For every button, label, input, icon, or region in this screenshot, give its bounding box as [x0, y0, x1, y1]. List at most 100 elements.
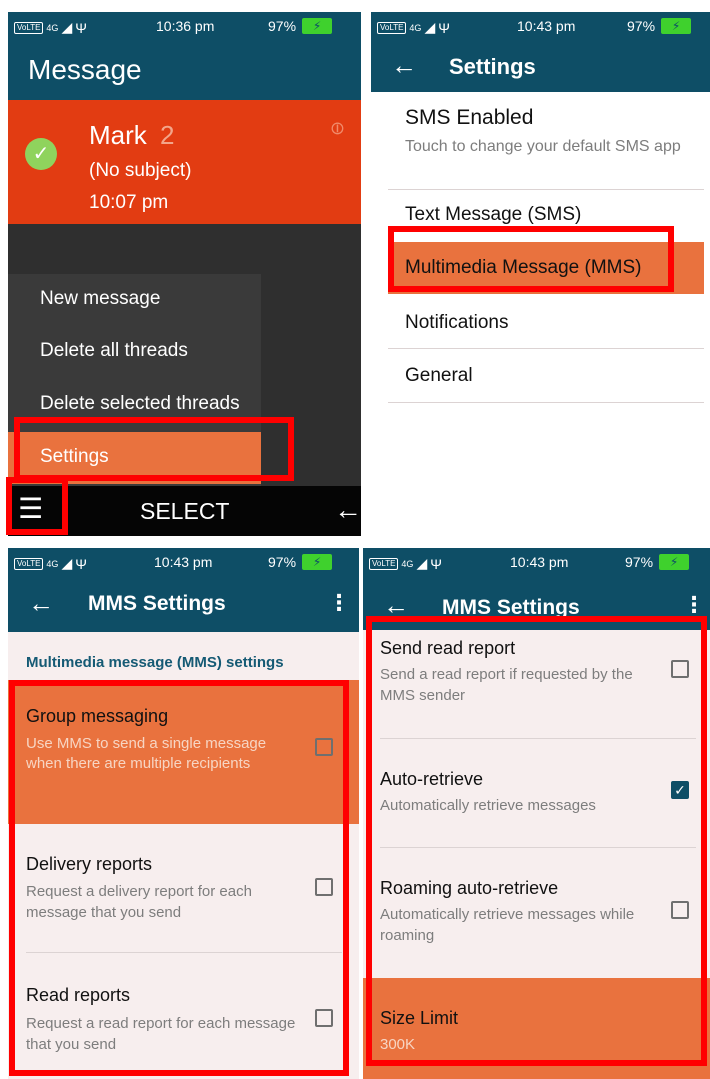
signal-icon: ◢ — [424, 19, 436, 35]
section-header: Multimedia message (MMS) settings — [26, 654, 284, 671]
status-bar: VoLTE 4G ◢ Ψ 10:43 pm 97% ⚡ — [8, 548, 359, 578]
volte-icon: VoLTE — [14, 557, 44, 570]
pref-subtitle: Automatically retrieve messages — [380, 797, 596, 814]
thread-time: 10:07 pm — [89, 192, 169, 213]
back-arrow-icon[interactable]: ← — [391, 52, 417, 78]
battery-charging-icon: ⚡ — [661, 18, 692, 34]
divider — [388, 402, 704, 403]
pref-title: Roaming auto-retrieve — [380, 878, 559, 898]
pref-subtitle: Use MMS to send a single message when th… — [26, 735, 267, 772]
back-arrow-icon[interactable]: ← — [334, 494, 361, 526]
checkbox[interactable] — [315, 1009, 333, 1027]
thread-item[interactable]: ✓ Mark 2 (No subject) 10:07 pm ⊘ — [8, 100, 361, 224]
menu-item-delete-selected-threads[interactable]: Delete selected threads — [8, 379, 261, 431]
checkbox[interactable] — [671, 901, 689, 919]
volte-icon: VoLTE — [14, 21, 44, 34]
battery-charging-icon: ⚡ — [302, 18, 333, 34]
network-type: 4G — [409, 22, 422, 33]
settings-item-sms[interactable]: Text Message (SMS) — [405, 204, 581, 226]
checkbox[interactable] — [315, 738, 333, 756]
status-bar: VoLTE 4G ◢ Ψ 10:43 pm 97% ⚡ — [371, 12, 710, 42]
clock: 10:43 pm — [510, 554, 569, 570]
app-bar: ← Settings — [371, 42, 710, 92]
softkey-select[interactable]: SELECT — [140, 498, 229, 525]
signal-icon: ◢ — [61, 555, 73, 571]
battery-percent: 97% — [268, 554, 297, 570]
checkbox[interactable] — [315, 878, 333, 896]
status-bar: VoLTE 4G ◢ Ψ 10:36 pm 97% ⚡ — [8, 12, 361, 42]
pref-group-messaging[interactable]: Group messaging Use MMS to send a single… — [8, 680, 359, 824]
usb-icon: Ψ — [430, 555, 442, 572]
status-bar: VoLTE 4G ◢ Ψ 10:43 pm 97% ⚡ — [363, 548, 710, 578]
menu-item-new-message[interactable]: New message — [8, 274, 261, 326]
network-type: 4G — [401, 558, 414, 569]
settings-item-mms[interactable]: Multimedia Message (MMS) — [388, 242, 704, 294]
thread-subject: (No subject) — [89, 160, 192, 181]
battery-percent: 97% — [625, 554, 654, 570]
pref-send-read-report[interactable]: Send read report Send a read report if r… — [363, 630, 710, 738]
pref-value: 300K — [380, 1036, 416, 1053]
back-arrow-icon[interactable]: ← — [28, 590, 54, 616]
divider — [388, 348, 704, 349]
message-screen: VoLTE 4G ◢ Ψ 10:36 pm 97% ⚡ Message ✓ Ma… — [8, 12, 361, 536]
pref-auto-retrieve[interactable]: Auto-retrieve Automatically retrieve mes… — [363, 739, 710, 847]
usb-icon: Ψ — [75, 555, 87, 572]
divider — [388, 189, 704, 190]
pref-roaming-auto-retrieve[interactable]: Roaming auto-retrieve Automatically retr… — [363, 848, 710, 978]
clock: 10:36 pm — [156, 18, 215, 34]
battery-charging-icon: ⚡ — [302, 554, 333, 570]
sms-enabled-title: SMS Enabled — [405, 106, 534, 129]
pref-title: Delivery reports — [26, 854, 153, 874]
pref-subtitle: Send a read report if requested by the M… — [380, 666, 633, 704]
overflow-menu-icon[interactable]: ⋮ — [683, 592, 705, 618]
sms-enabled-subtitle: Touch to change your default SMS app — [405, 138, 681, 155]
app-bar: ← MMS Settings ⋮ — [8, 578, 359, 632]
sms-enabled-item[interactable]: SMS Enabled Touch to change your default… — [388, 102, 688, 190]
menu-icon[interactable]: ☰ — [18, 494, 43, 524]
battery-percent: 97% — [268, 18, 297, 34]
app-bar: Message — [8, 42, 361, 100]
signal-icon: ◢ — [61, 19, 73, 35]
menu-item-delete-all-threads[interactable]: Delete all threads — [8, 326, 261, 378]
network-type: 4G — [46, 22, 59, 33]
back-arrow-icon[interactable]: ← — [383, 592, 409, 618]
page-title: MMS Settings — [88, 592, 226, 615]
pref-title: Read reports — [26, 985, 131, 1005]
menu-item-settings[interactable]: Settings — [8, 432, 261, 484]
page-title: Settings — [449, 54, 536, 79]
attachment-icon: ⊘ — [324, 115, 350, 141]
checkbox[interactable] — [671, 660, 689, 678]
pref-title: Auto-retrieve — [380, 769, 484, 789]
pref-size-limit[interactable]: Size Limit 300K — [363, 978, 710, 1079]
settings-item-general[interactable]: General — [405, 365, 473, 387]
overflow-menu-icon[interactable]: ⋮ — [328, 590, 350, 616]
clock: 10:43 pm — [154, 554, 213, 570]
checkbox-checked[interactable]: ✓ — [671, 781, 689, 799]
usb-icon: Ψ — [75, 19, 87, 36]
options-menu: New message Delete all threads Delete se… — [8, 274, 261, 486]
network-type: 4G — [46, 558, 59, 569]
selected-check-icon: ✓ — [25, 138, 57, 170]
pref-read-reports[interactable]: Read reports Request a read report for e… — [8, 953, 359, 1079]
volte-icon: VoLTE — [369, 557, 399, 570]
pref-subtitle: Request a delivery report for each messa… — [26, 883, 252, 921]
mms-settings-screen-1: VoLTE 4G ◢ Ψ 10:43 pm 97% ⚡ ← MMS Settin… — [8, 548, 359, 1079]
clock: 10:43 pm — [517, 18, 576, 34]
softkey-bar: ☰ SELECT ← — [8, 486, 361, 536]
page-title: Message — [28, 54, 142, 85]
settings-item-notifications[interactable]: Notifications — [405, 312, 509, 334]
page-title: MMS Settings — [442, 596, 580, 619]
battery-percent: 97% — [627, 18, 656, 34]
pref-title: Send read report — [380, 638, 516, 658]
thread-message-count: 2 — [160, 120, 175, 150]
pref-subtitle: Request a read report for each message t… — [26, 1015, 296, 1053]
pref-subtitle: Automatically retrieve messages while ro… — [380, 906, 635, 944]
volte-icon: VoLTE — [377, 21, 407, 34]
signal-icon: ◢ — [416, 555, 428, 571]
mms-settings-screen-2: VoLTE 4G ◢ Ψ 10:43 pm 97% ⚡ ← MMS Settin… — [363, 548, 710, 1079]
usb-icon: Ψ — [438, 19, 450, 36]
pref-title: Size Limit — [380, 1008, 459, 1028]
battery-charging-icon: ⚡ — [659, 554, 690, 570]
pref-delivery-reports[interactable]: Delivery reports Request a delivery repo… — [8, 824, 359, 952]
thread-contact-name: Mark — [89, 120, 147, 150]
